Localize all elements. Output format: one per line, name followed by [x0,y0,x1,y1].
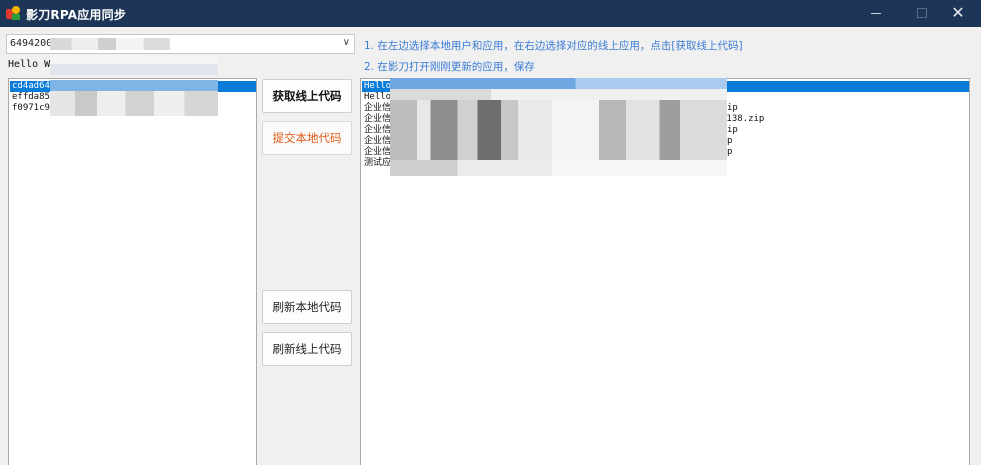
app-window: 影刀RPA应用同步 ✕ 6494200 ∨ Hello W 1. 在左边选择本地… [0,0,981,465]
redacted-region [50,80,218,116]
minimize-button[interactable] [853,0,899,27]
fetch-online-code-button[interactable]: 获取线上代码 [262,79,352,113]
hello-label: Hello W [8,59,51,70]
chevron-down-icon[interactable]: ∨ [343,37,350,48]
account-select-value: 6494200 [10,38,53,49]
maximize-icon [917,8,927,18]
redacted-region [390,78,727,176]
local-app-list[interactable]: cd4ad64 effda85 f0971c9 [8,78,257,465]
instruction-step-1: 1. 在左边选择本地用户和应用，在右边选择对应的线上应用，点击[获取线上代码] [364,40,743,52]
close-icon: ✕ [951,3,965,22]
title-bar[interactable]: 影刀RPA应用同步 ✕ [0,0,981,27]
refresh-local-code-button[interactable]: 刷新本地代码 [262,290,352,324]
redacted-region [50,55,218,75]
instruction-step-2: 2. 在影刀打开刚刚更新的应用，保存 [364,61,535,73]
redacted-region [50,38,170,50]
list-item[interactable]: f0971c9 [10,103,50,114]
refresh-online-code-button[interactable]: 刷新线上代码 [262,332,352,366]
list-item[interactable]: effda85 [10,92,50,103]
submit-local-code-button[interactable]: 提交本地代码 [262,121,352,155]
close-button[interactable]: ✕ [935,0,981,27]
app-logo-icon [6,6,21,21]
window-title: 影刀RPA应用同步 [26,8,127,22]
minimize-icon [871,13,881,14]
